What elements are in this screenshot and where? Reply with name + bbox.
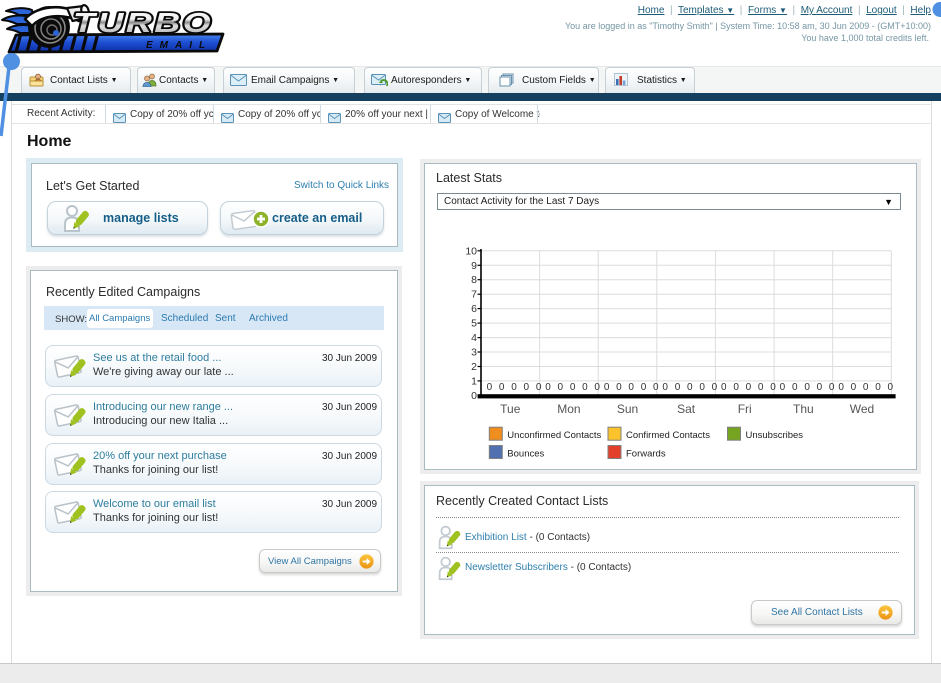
svg-text:Sun: Sun [617, 402, 638, 416]
svg-text:Tue: Tue [500, 402, 521, 416]
svg-text:0: 0 [653, 382, 659, 393]
svg-text:0: 0 [758, 382, 764, 393]
svg-text:Unconfirmed Contacts: Unconfirmed Contacts [507, 430, 601, 441]
svg-text:0: 0 [863, 382, 869, 393]
svg-text:0: 0 [570, 382, 576, 393]
svg-text:0: 0 [594, 382, 600, 393]
svg-text:0: 0 [511, 382, 517, 393]
svg-text:Forwards: Forwards [626, 449, 666, 460]
svg-text:8: 8 [471, 274, 477, 286]
svg-text:Unsubscribes: Unsubscribes [746, 430, 804, 441]
svg-text:0: 0 [582, 382, 588, 393]
svg-text:Fri: Fri [738, 402, 752, 416]
svg-text:0: 0 [780, 382, 786, 393]
svg-text:0: 0 [558, 382, 564, 393]
svg-text:0: 0 [804, 382, 810, 393]
svg-text:TURBO: TURBO [73, 7, 213, 38]
svg-text:0: 0 [604, 382, 610, 393]
svg-text:Bounces: Bounces [507, 449, 544, 460]
svg-text:0: 0 [838, 382, 844, 393]
svg-text:0: 0 [662, 382, 668, 393]
svg-text:0: 0 [499, 382, 505, 393]
svg-text:5: 5 [471, 318, 477, 330]
svg-text:6: 6 [471, 303, 477, 315]
svg-text:0: 0 [851, 382, 857, 393]
svg-text:0: 0 [675, 382, 681, 393]
svg-text:4: 4 [471, 332, 477, 344]
svg-text:Confirmed Contacts: Confirmed Contacts [626, 430, 710, 441]
svg-text:0: 0 [875, 382, 881, 393]
svg-text:0: 0 [545, 382, 551, 393]
svg-text:EMAIL: EMAIL [146, 40, 212, 51]
svg-text:1: 1 [471, 375, 477, 387]
svg-text:Mon: Mon [557, 402, 580, 416]
svg-text:0: 0 [524, 382, 530, 393]
svg-text:0: 0 [471, 390, 477, 402]
svg-text:0: 0 [829, 382, 835, 393]
svg-text:7: 7 [471, 289, 477, 301]
svg-text:0: 0 [712, 382, 718, 393]
svg-text:0: 0 [536, 382, 542, 393]
svg-text:Thu: Thu [793, 402, 814, 416]
svg-text:0: 0 [792, 382, 798, 393]
svg-text:Sat: Sat [677, 402, 696, 416]
svg-text:0: 0 [699, 382, 705, 393]
svg-text:3: 3 [471, 347, 477, 359]
svg-text:2: 2 [471, 361, 477, 373]
svg-text:9: 9 [471, 260, 477, 272]
svg-text:0: 0 [733, 382, 739, 393]
svg-text:0: 0 [628, 382, 634, 393]
svg-text:10: 10 [465, 245, 477, 257]
svg-text:0: 0 [721, 382, 727, 393]
svg-text:0: 0 [746, 382, 752, 393]
svg-text:0: 0 [616, 382, 622, 393]
svg-text:0: 0 [770, 382, 776, 393]
svg-text:0: 0 [641, 382, 647, 393]
svg-text:0: 0 [487, 382, 493, 393]
svg-text:0: 0 [817, 382, 823, 393]
svg-text:0: 0 [687, 382, 693, 393]
svg-text:Wed: Wed [850, 402, 874, 416]
svg-text:0: 0 [888, 382, 894, 393]
